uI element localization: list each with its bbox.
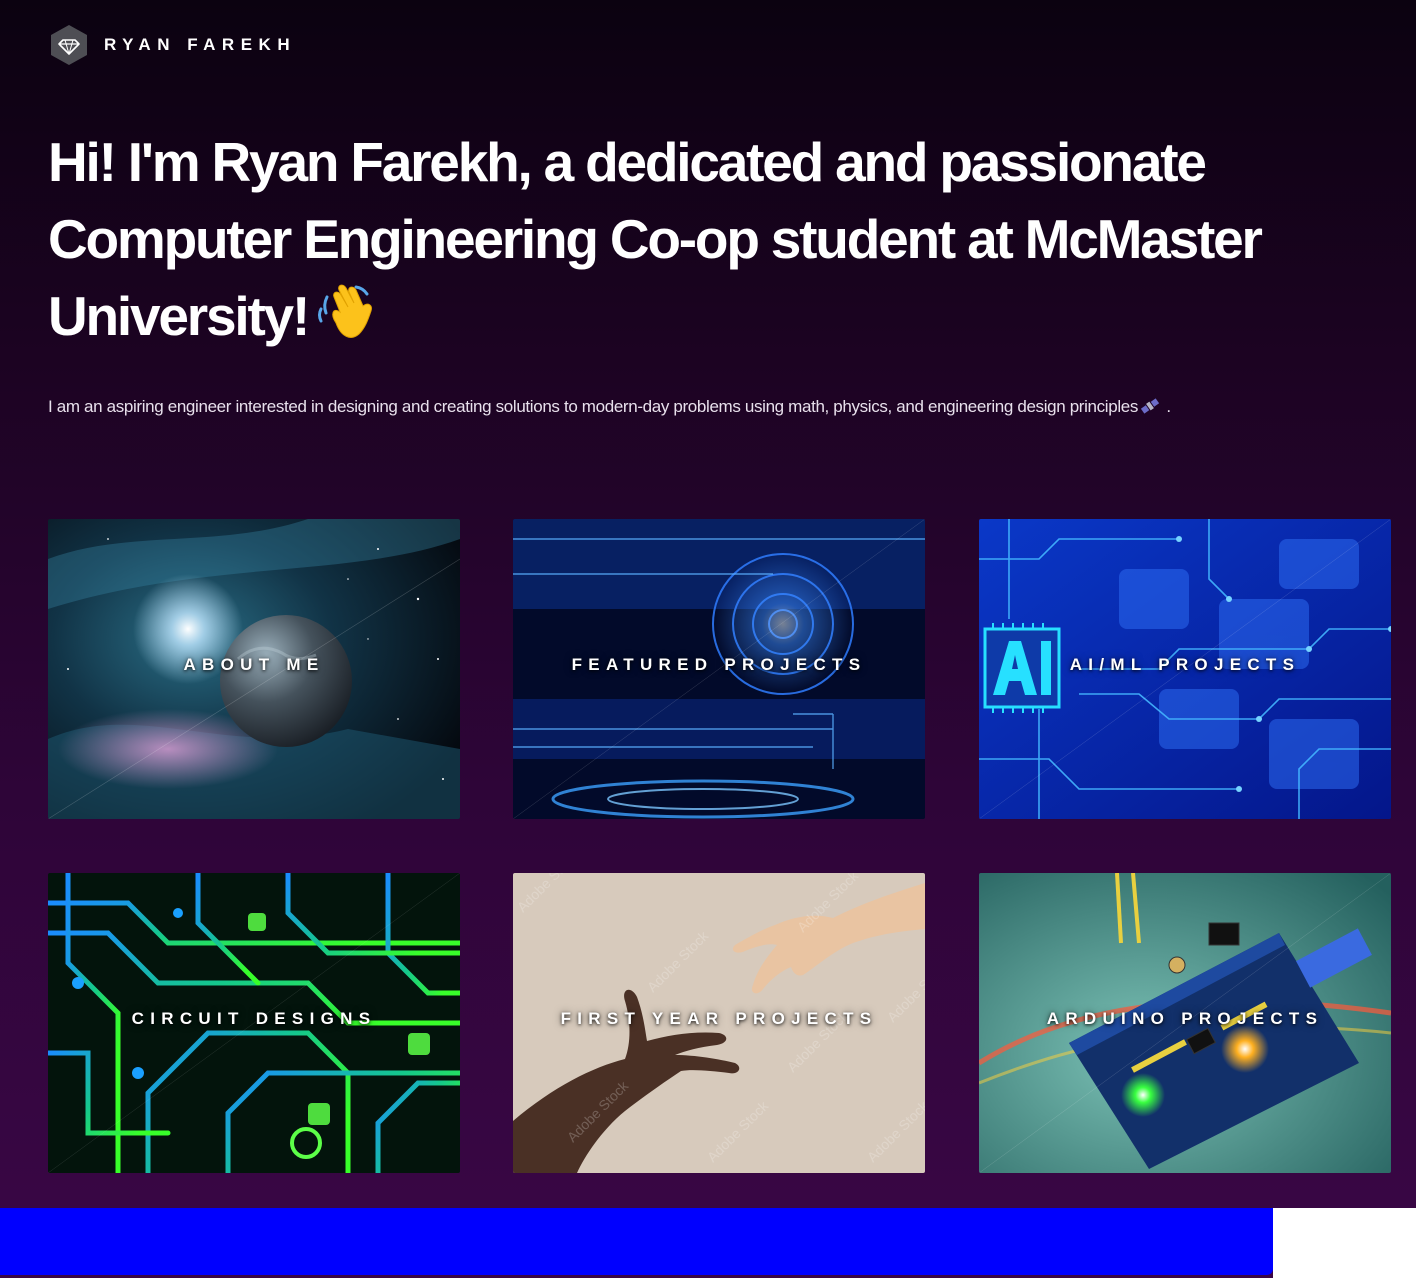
ai-ml-projects-card[interactable]: AI/ML PROJECTS [979, 519, 1391, 819]
hero-heading: Hi! I'm Ryan Farekh, a dedicated and pas… [48, 124, 1288, 355]
about-me-label: ABOUT ME [183, 655, 325, 674]
waving-hand-icon [318, 284, 373, 338]
footer-bar [0, 1208, 1273, 1275]
arduino-projects-card[interactable]: ARDUINO PROJECTS [979, 873, 1391, 1173]
featured-projects-card[interactable]: FEATURED PROJECTS [513, 519, 925, 819]
footer-blank-area [1273, 1208, 1416, 1278]
featured-projects-label: FEATURED PROJECTS [571, 655, 867, 674]
intro-end: . [1162, 397, 1171, 416]
site-header: RYAN FAREKH [50, 24, 296, 66]
about-me-card[interactable]: ABOUT ME [48, 519, 460, 819]
project-grid: ABOUT ME FEATURED PROJECTS AI/ML PROJECT… [48, 519, 1391, 1173]
first-year-projects-label: FIRST YEAR PROJECTS [560, 1009, 878, 1028]
diamond-hexagon-icon[interactable] [50, 24, 88, 66]
first-year-projects-card[interactable]: Adobe Stock Adobe Stock Adobe Stock Adob… [513, 873, 925, 1173]
intro-paragraph: I am an aspiring engineer interested in … [48, 396, 1368, 418]
brand-name[interactable]: RYAN FAREKH [104, 35, 296, 55]
circuit-designs-label: CIRCUIT DESIGNS [131, 1009, 377, 1028]
hero-heading-text: Hi! I'm Ryan Farekh, a dedicated and pas… [48, 131, 1263, 347]
circuit-designs-card[interactable]: CIRCUIT DESIGNS [48, 873, 460, 1173]
arduino-projects-label: ARDUINO PROJECTS [1046, 1009, 1324, 1028]
intro-text: I am an aspiring engineer interested in … [48, 397, 1139, 416]
satellite-icon [1140, 398, 1160, 414]
ai-ml-projects-label: AI/ML PROJECTS [1069, 655, 1301, 674]
